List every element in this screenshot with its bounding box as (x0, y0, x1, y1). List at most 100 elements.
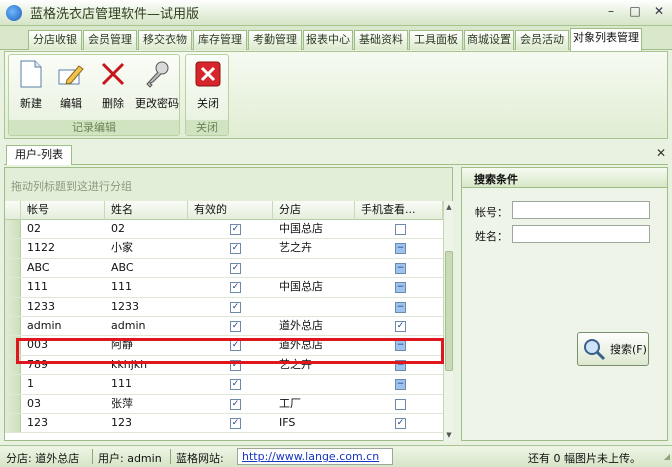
mobile-view-checkbox[interactable]: ✓ (395, 418, 406, 429)
mobile-view-checkbox[interactable]: − (395, 340, 406, 352)
table-row[interactable]: ABC ABC ✓ − (5, 258, 443, 279)
row-indicator[interactable] (5, 239, 21, 258)
mobile-view-checkbox[interactable]: − (395, 359, 406, 371)
row-indicator[interactable] (5, 414, 21, 433)
name-input[interactable] (512, 225, 650, 243)
close-button[interactable]: 关闭 (186, 59, 230, 111)
close-document-icon[interactable]: ✕ (656, 146, 666, 160)
delete-button[interactable]: 删除 (91, 59, 135, 111)
change-password-label: 更改密码 (135, 97, 179, 110)
status-bar: 分店: 道外总店 用户: admin 蓝格网站: http://www.lang… (0, 445, 672, 467)
cell-store: 艺之卉 (279, 357, 312, 371)
row-indicator[interactable] (5, 317, 21, 336)
mobile-view-checkbox[interactable]: ✓ (395, 321, 406, 332)
group-by-area[interactable]: 拖动列标题到这进行分组 (5, 168, 452, 201)
tab-transfer-clothes[interactable]: 移交衣物 (138, 30, 192, 50)
website-link[interactable]: http://www.lange.com.cn (237, 448, 393, 465)
column-header-account[interactable]: 帐号 (21, 201, 105, 220)
tab-mall-settings[interactable]: 商城设置 (464, 30, 514, 50)
valid-checkbox[interactable]: ✓ (230, 359, 241, 371)
column-header-name[interactable]: 姓名 (105, 201, 188, 220)
scroll-up-icon[interactable]: ▲ (444, 202, 454, 212)
delete-label: 删除 (102, 97, 124, 110)
table-row[interactable]: 003 阿静 ✓ 道外总店 − (5, 336, 443, 356)
app-logo-icon (6, 4, 22, 21)
row-indicator[interactable] (5, 375, 21, 394)
resize-grip-icon[interactable]: ◢ (664, 452, 670, 461)
mobile-view-checkbox[interactable]: − (395, 301, 406, 313)
new-button[interactable]: 新建 (9, 59, 53, 111)
table-row[interactable]: 123 123 ✓ IFS ✓ (5, 414, 443, 434)
user-grid: 拖动列标题到这进行分组 帐号 姓名 有效的 分店 手机查看... 02 02 ✓ 中国… (4, 167, 453, 441)
cell-name: admin (111, 319, 146, 332)
table-row[interactable]: 1122 小家 ✓ 艺之卉 − (5, 239, 443, 259)
minimize-button[interactable]: – (602, 3, 620, 19)
new-document-icon (16, 59, 46, 89)
column-header-store[interactable]: 分店 (273, 201, 355, 220)
row-indicator[interactable] (5, 297, 21, 316)
valid-checkbox[interactable]: ✓ (230, 418, 241, 429)
scroll-down-icon[interactable]: ▼ (444, 430, 454, 440)
mobile-view-checkbox[interactable]: − (395, 262, 406, 274)
valid-checkbox[interactable]: ✓ (230, 379, 241, 391)
cell-account: ABC (27, 260, 50, 274)
valid-checkbox[interactable]: ✓ (230, 321, 241, 332)
table-row[interactable]: 1 111 ✓ − (5, 375, 443, 395)
scroll-thumb[interactable] (445, 251, 453, 371)
tab-basic-data[interactable]: 基础资料 (354, 30, 408, 50)
vertical-scrollbar[interactable]: ▲ ▼ (443, 201, 453, 441)
cell-name: 小家 (111, 241, 133, 255)
status-upload: 还有 0 幅图片未上传。 (528, 452, 641, 465)
account-label: 帐号： (475, 206, 508, 219)
tab-inventory[interactable]: 库存管理 (193, 30, 247, 50)
tab-object-list[interactable]: 对象列表管理 (570, 28, 642, 51)
column-header-mobile[interactable]: 手机查看... (355, 201, 443, 220)
table-row[interactable]: 03 张萍 ✓ 工厂 (5, 394, 443, 414)
valid-checkbox[interactable]: ✓ (230, 224, 241, 235)
mobile-view-checkbox[interactable]: − (395, 243, 406, 255)
column-header-valid[interactable]: 有效的 (188, 201, 273, 220)
table-row[interactable]: 02 02 ✓ 中国总店 (5, 220, 443, 240)
row-indicator[interactable] (5, 336, 21, 355)
tab-attendance[interactable]: 考勤管理 (248, 30, 302, 50)
row-indicator[interactable] (5, 394, 21, 413)
valid-checkbox[interactable]: ✓ (230, 398, 241, 410)
valid-checkbox[interactable]: ✓ (230, 340, 241, 352)
search-button[interactable]: 搜索(F) (577, 332, 649, 366)
cell-store: 道外总店 (279, 338, 323, 352)
cell-store: 工厂 (279, 396, 301, 410)
tab-tool-panel[interactable]: 工具面板 (409, 30, 463, 50)
table-row[interactable]: 1233 1233 ✓ − (5, 297, 443, 317)
tab-report-center[interactable]: 报表中心 (303, 30, 353, 50)
mobile-view-checkbox[interactable] (395, 398, 406, 410)
valid-checkbox[interactable]: ✓ (230, 262, 241, 274)
valid-checkbox[interactable]: ✓ (230, 301, 241, 313)
cell-store: IFS (279, 416, 296, 429)
close-window-button[interactable]: ✕ (650, 3, 668, 19)
table-row[interactable]: 111 111 ✓ 中国总店 − (5, 278, 443, 298)
table-row[interactable]: admin admin ✓ 道外总店 ✓ (5, 317, 443, 337)
row-indicator[interactable] (5, 258, 21, 278)
cell-store (273, 298, 355, 316)
row-indicator[interactable] (5, 220, 21, 239)
cell-store: 艺之卉 (279, 241, 312, 255)
tab-member-activities[interactable]: 会员活动 (515, 30, 569, 50)
tab-user-list[interactable]: 用户-列表 (6, 145, 72, 165)
edit-label: 编辑 (60, 97, 82, 110)
table-row[interactable]: 789 kkhjkh ✓ 艺之卉 − (5, 355, 443, 376)
row-indicator[interactable] (5, 355, 21, 375)
mobile-view-checkbox[interactable] (395, 224, 406, 235)
mobile-view-checkbox[interactable]: − (395, 379, 406, 391)
change-password-button[interactable]: 更改密码 (135, 59, 179, 111)
cell-account: 003 (27, 338, 48, 352)
tab-member-management[interactable]: 会员管理 (83, 30, 137, 50)
valid-checkbox[interactable]: ✓ (230, 243, 241, 255)
delete-x-icon (98, 59, 128, 89)
edit-button[interactable]: 编辑 (49, 59, 93, 111)
mobile-view-checkbox[interactable]: − (395, 282, 406, 294)
valid-checkbox[interactable]: ✓ (230, 282, 241, 294)
maximize-button[interactable]: □ (626, 3, 644, 19)
account-input[interactable] (512, 201, 650, 219)
tab-store-checkout[interactable]: 分店收银 (28, 30, 82, 50)
row-indicator[interactable] (5, 278, 21, 297)
